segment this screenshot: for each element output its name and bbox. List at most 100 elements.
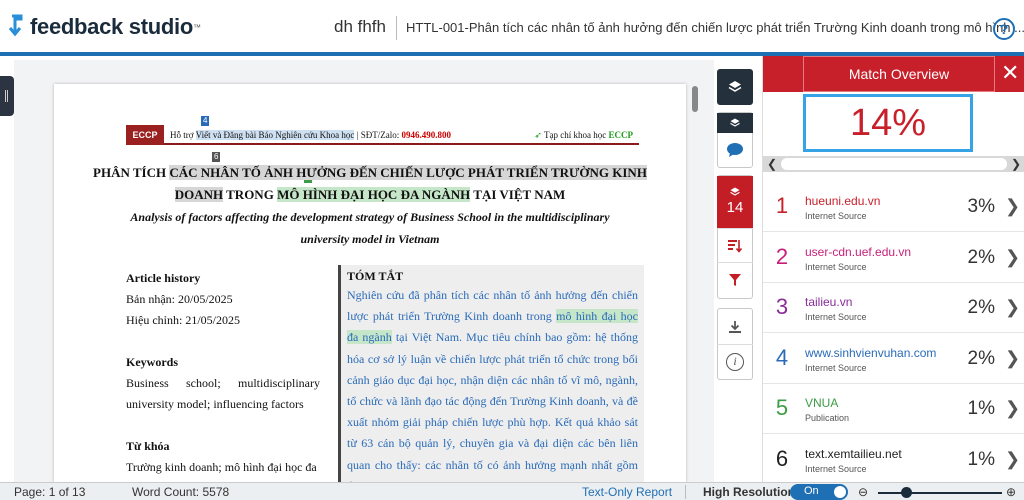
source-name: tailieu.vn (805, 295, 853, 309)
match-highlight-4[interactable]: Viết và Đăng bài Báo Nghiên cứu Khoa học (195, 130, 355, 140)
toggle-knob (834, 486, 846, 498)
title-text-1: PHÂN TÍCH (93, 165, 170, 180)
overall-similarity: 14% (803, 94, 973, 152)
student-name: dh fhfh (334, 17, 386, 36)
info-button[interactable]: i (717, 344, 753, 379)
match-marker-4[interactable]: 4 (201, 116, 210, 126)
chevron-right-icon[interactable]: ❯ (1005, 348, 1020, 369)
title-en-line1: Analysis of factors affecting the develo… (130, 210, 610, 224)
source-number: 4 (775, 344, 789, 370)
similarity-layers-icon (730, 187, 740, 196)
toggle-state: On (804, 485, 819, 497)
high-resolution-toggle[interactable]: On (790, 484, 848, 500)
panel-horizontal-scrollbar[interactable]: ❮ ❯ (763, 156, 1024, 172)
source-percent: 1% (967, 448, 995, 470)
comment-button[interactable] (717, 133, 753, 167)
layers-button[interactable] (717, 69, 753, 105)
scroll-left-icon[interactable]: ❮ (767, 156, 777, 172)
feedback-studio-logo: feedback studio ™ (8, 14, 201, 40)
help-button[interactable]: ? (993, 18, 1015, 40)
text-only-report-link[interactable]: Text-Only Report (582, 485, 672, 499)
keywords-text: Business school; multidisciplinary unive… (126, 376, 320, 411)
top-bar: feedback studio ™ dh fhfh HTTL-001-Phân … (0, 0, 1024, 56)
paper-title-vn: PHÂN TÍCH CÁC NHÂN TỐ ẢNH HƯỞNG ĐẾN CHIẾ… (54, 162, 686, 206)
source-row[interactable]: 3 tailieu.vn Internet Source 2% ❯ (763, 283, 1024, 333)
filter-button[interactable] (717, 262, 753, 296)
chevron-right-icon[interactable]: ❯ (1005, 398, 1020, 419)
title-en-line2: university model in Vietnam (300, 232, 440, 246)
match-overview-button[interactable]: 14 (717, 176, 753, 228)
download-icon (729, 320, 741, 333)
match-highlight-5[interactable]: MÔ HÌNH ĐẠI HỌC ĐA NGÀNH (277, 187, 471, 202)
zoom-in-icon[interactable]: ⊕ (1006, 485, 1016, 499)
feedback-studio-app: { "header": { "logo_text": "feedback stu… (0, 0, 1024, 500)
scroll-right-icon[interactable]: ❯ (1011, 156, 1021, 172)
source-percent: 1% (967, 398, 995, 419)
source-name: VNUA (805, 396, 839, 410)
document-title: HTTL-001-Phân tích các nhân tố ảnh hưởng… (406, 20, 1024, 35)
zoom-slider[interactable] (878, 492, 1002, 494)
word-count: Word Count: 5578 (132, 485, 230, 499)
source-row[interactable]: 4 www.sinhvienvuhan.com Internet Source 2% ❯ (763, 334, 1024, 384)
source-type: Publication (805, 413, 850, 423)
source-percent: 3% (967, 196, 995, 217)
source-row[interactable]: 6 text.xemtailieu.net Internet Source 1% ❯ (763, 435, 1024, 485)
title-text-2: TRONG (223, 187, 278, 202)
source-type: Internet Source (805, 463, 867, 474)
source-type: Internet Source (805, 261, 867, 272)
tool-rail: 14 i (714, 60, 762, 482)
filter-icon (729, 273, 741, 286)
journal-header-band: ECCP Hỗ trợ Viết và Đăng bài Báo Nghiên … (126, 125, 639, 145)
match-marker-6[interactable]: 6 (212, 152, 221, 162)
source-row[interactable]: 5 VNUA Publication 1% ❯ (763, 384, 1024, 434)
match-highlight-6b[interactable]: DOANH (174, 187, 224, 202)
page-indicator: Page: 1 of 13 (14, 485, 86, 499)
grip-icon (5, 90, 8, 102)
similarity-layer-group: 14 (717, 175, 753, 299)
abstract-heading: TÓM TẮT (347, 269, 404, 283)
zoom-slider-handle[interactable] (901, 487, 912, 498)
match-highlight-6[interactable]: CÁC NHÂN TỐ ẢNH HƯỞNG ĐẾN CHIẾN LƯỢC PHÁ… (169, 165, 647, 180)
article-info-column: Article history Bản nhận: 20/05/2025 Hiệ… (126, 268, 320, 478)
source-number: 2 (775, 243, 789, 269)
chevron-right-icon[interactable]: ❯ (1005, 449, 1020, 470)
revised-date: Hiệu chỉnh: 21/05/2025 (126, 313, 240, 327)
source-name: www.sinhvienvuhan.com (805, 345, 937, 360)
source-row[interactable]: 2 user-cdn.uef.edu.vn Internet Source 2% ❯ (763, 233, 1024, 283)
tukhoa-heading: Từ khóa (126, 439, 170, 453)
abstract-box: TÓM TẮT Nghiên cứu đã phân tích các nhân… (338, 265, 644, 482)
side-panel-handle[interactable] (0, 76, 14, 116)
document-viewer[interactable]: ECCP Hỗ trợ Viết và Đăng bài Báo Nghiên … (14, 60, 714, 482)
source-type: Internet Source (805, 211, 867, 221)
source-type: Internet Source (805, 312, 867, 322)
abstract-text: Nghiên cứu đã phân tích các nhân tố ảnh … (347, 285, 639, 482)
panel-title: Match Overview (803, 56, 995, 92)
match-overview-panel: Match Overview ✕ 14% ❮ ❯ 1 hueuni.edu.vn I… (762, 56, 1024, 485)
paper-title-en: Analysis of factors affecting the develo… (114, 206, 626, 250)
chevron-right-icon[interactable]: ❯ (1005, 247, 1020, 268)
close-panel-button[interactable]: ✕ (1001, 62, 1019, 84)
source-row[interactable]: 1 hueuni.edu.vn Internet Source 3% ❯ (763, 182, 1024, 232)
grading-layer-button[interactable] (717, 113, 753, 133)
zoom-out-icon[interactable]: ⊖ (858, 485, 868, 499)
logo-mark-icon (8, 14, 23, 37)
layers-small-icon (730, 118, 740, 127)
info-icon: i (726, 353, 744, 371)
history-heading: Article history (126, 271, 201, 285)
phone-label: | SĐT/Zalo: (356, 130, 400, 140)
scroll-thumb[interactable] (781, 158, 1007, 170)
document-scrollbar[interactable] (692, 86, 698, 112)
comment-icon (727, 143, 743, 157)
source-type: Internet Source (805, 362, 867, 373)
chevron-right-icon[interactable]: ❯ (1005, 196, 1020, 217)
support-text: Hỗ trợ Viết và Đăng bài Báo Nghiên cứu K… (170, 130, 451, 140)
layers-icon (728, 81, 742, 92)
source-number: 1 (775, 193, 789, 218)
source-number: 5 (775, 395, 789, 420)
sort-button[interactable] (717, 228, 753, 262)
chevron-right-icon[interactable]: ❯ (1005, 297, 1020, 318)
trademark: ™ (192, 22, 201, 32)
download-button[interactable] (717, 309, 753, 344)
logo-text: feedback studio (30, 14, 193, 39)
source-name: user-cdn.uef.edu.vn (805, 244, 912, 259)
